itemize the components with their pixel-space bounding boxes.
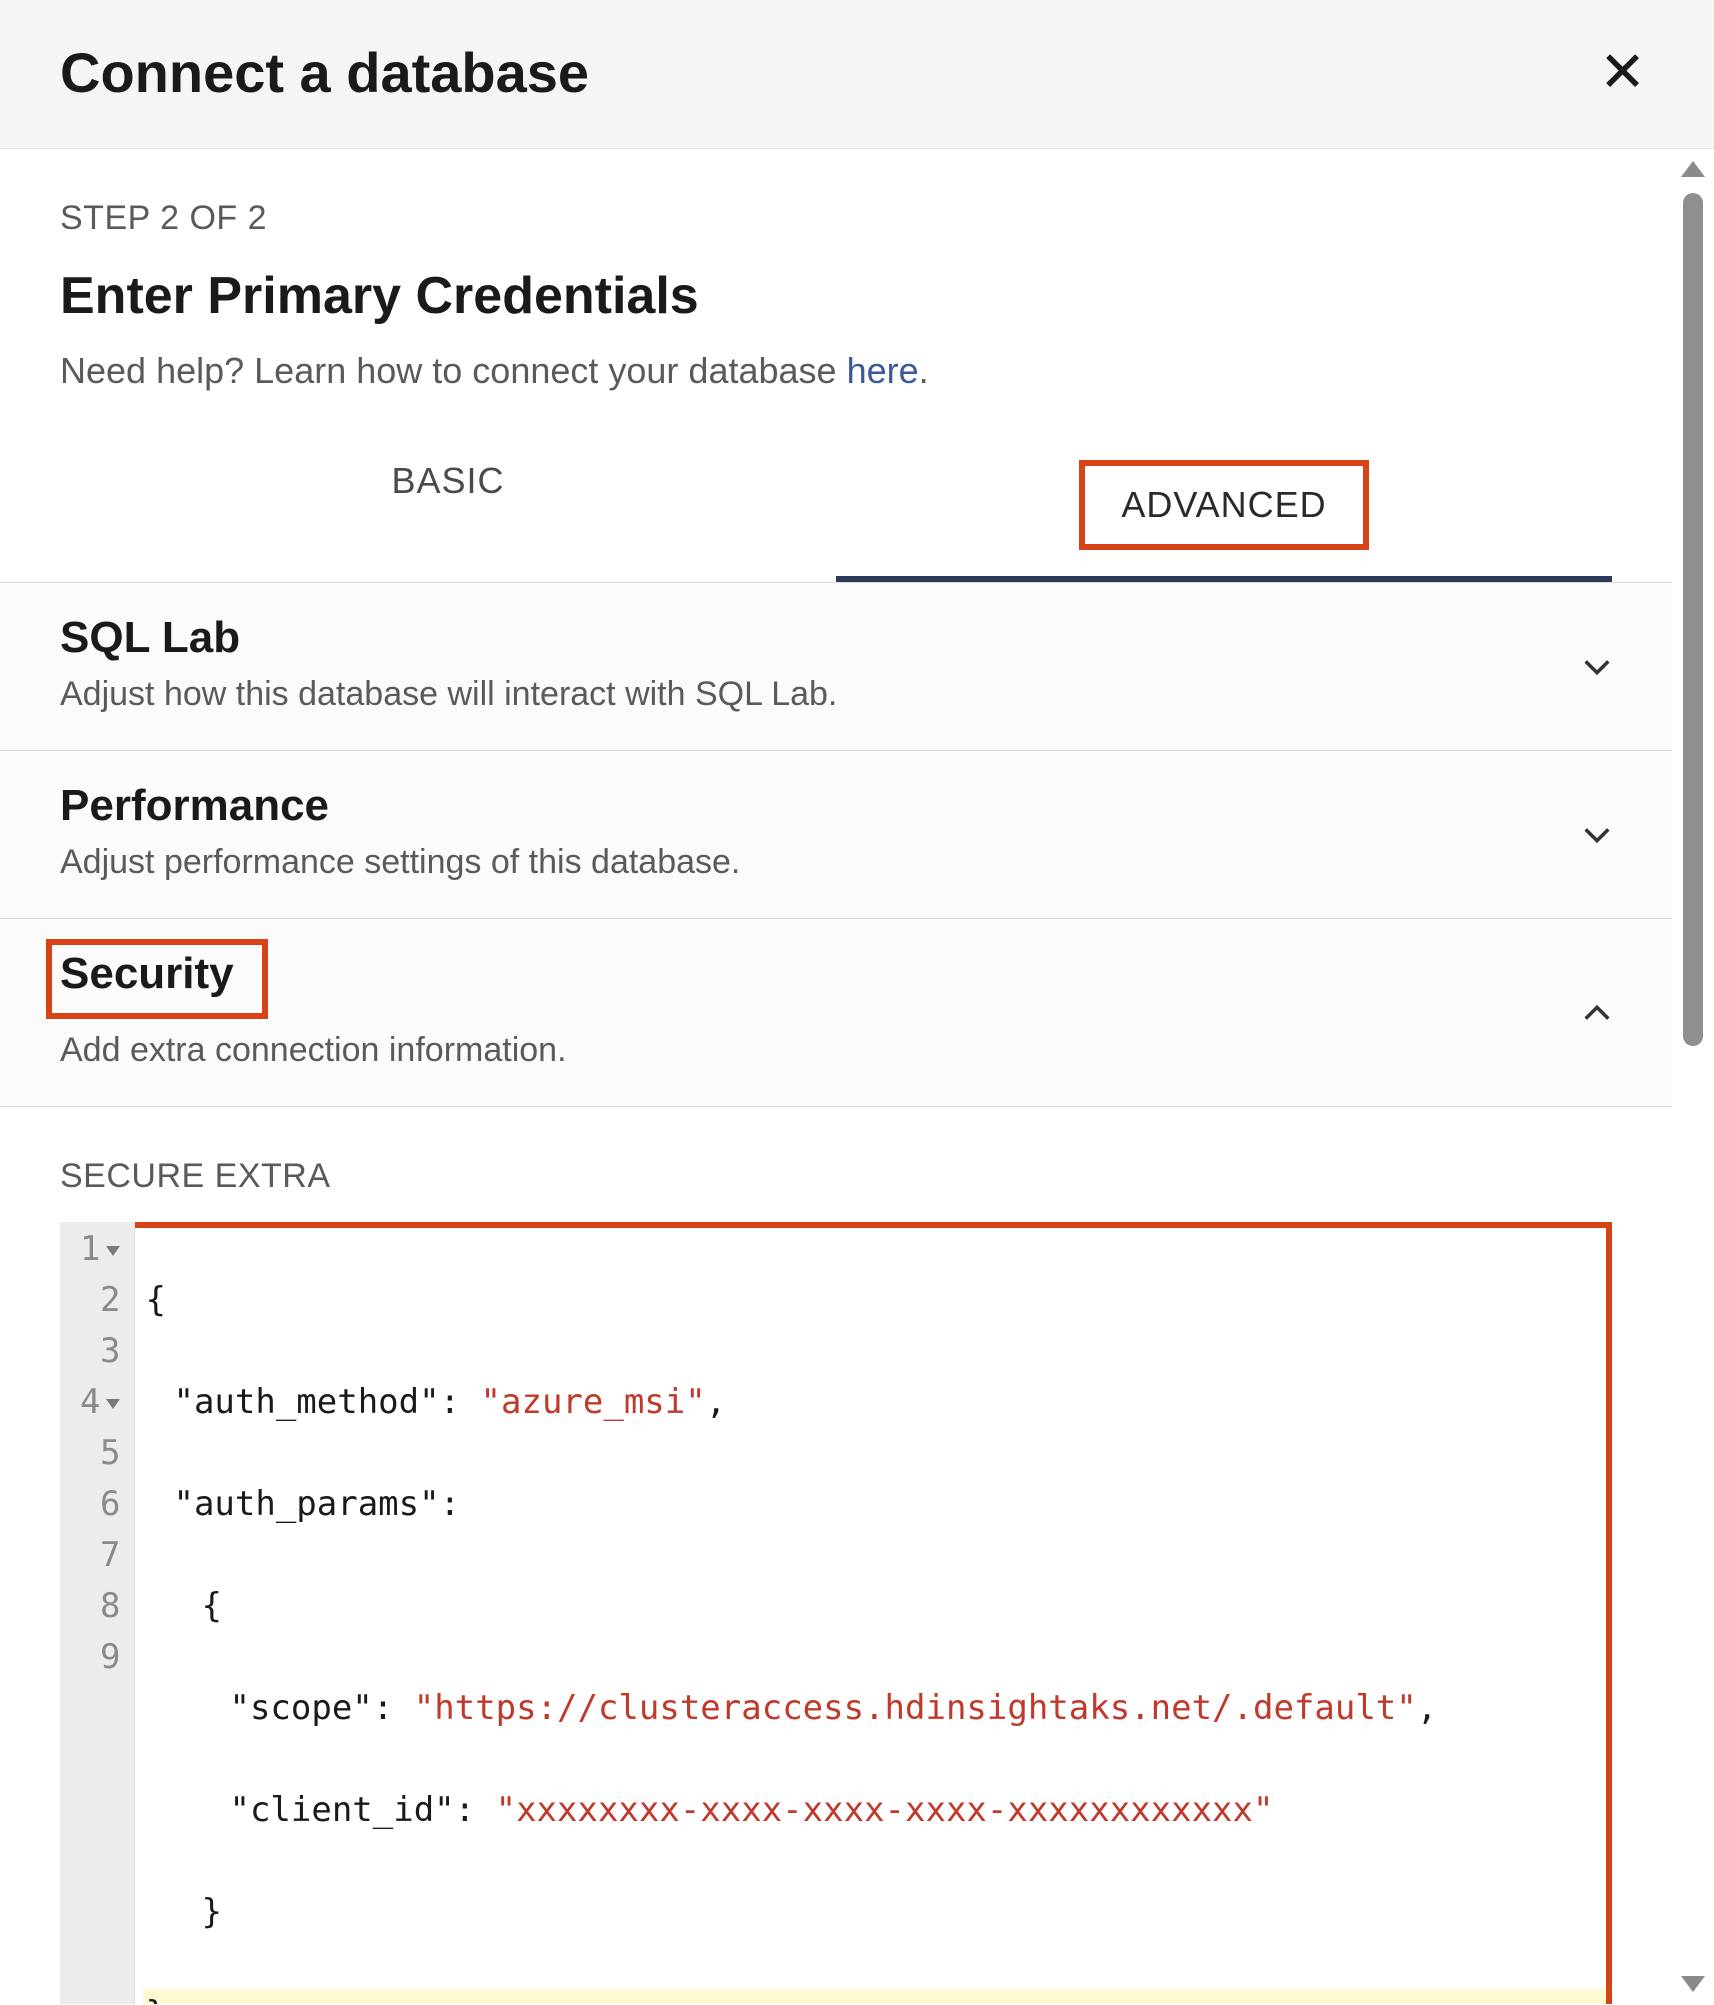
modal-title: Connect a database	[60, 40, 589, 105]
line-number: 6	[80, 1479, 120, 1530]
tab-basic[interactable]: BASIC	[60, 432, 836, 582]
accordion: SQL Lab Adjust how this database will in…	[0, 582, 1672, 1107]
tab-advanced[interactable]: ADVANCED	[836, 432, 1612, 582]
section-performance-desc: Adjust performance settings of this data…	[60, 843, 1612, 882]
scroll-up-icon[interactable]	[1681, 161, 1705, 177]
step-title: Enter Primary Credentials	[60, 266, 1612, 326]
line-number: 3	[80, 1326, 120, 1377]
section-sql-lab-title: SQL Lab	[60, 613, 240, 663]
help-text-prefix: Need help? Learn how to connect your dat…	[60, 350, 847, 391]
section-security[interactable]: Security Add extra connection informatio…	[0, 919, 1672, 1107]
code-token: {	[145, 1280, 165, 1320]
secure-extra-editor[interactable]: 1 2 3 4 5 6 7 8 9 { "auth_method": "azur…	[60, 1222, 1612, 2004]
secure-extra-label: SECURE EXTRA	[60, 1157, 1612, 1196]
code-token: }	[145, 1994, 165, 2004]
modal-body: STEP 2 OF 2 Enter Primary Credentials Ne…	[0, 149, 1714, 2004]
scroll-thumb[interactable]	[1683, 193, 1703, 1046]
help-link[interactable]: here	[847, 350, 919, 391]
section-security-desc: Add extra connection information.	[60, 1031, 1612, 1070]
scroll-down-icon[interactable]	[1681, 1976, 1705, 1992]
code-token: "xxxxxxxx-xxxx-xxxx-xxxx-xxxxxxxxxxxx"	[496, 1790, 1274, 1830]
tab-basic-label: BASIC	[391, 460, 504, 501]
line-number: 9	[80, 1632, 120, 1683]
section-performance-title: Performance	[60, 781, 329, 831]
editor-code[interactable]: { "auth_method": "azure_msi", "auth_para…	[135, 1222, 1606, 2004]
line-number: 8	[80, 1581, 120, 1632]
code-token: "https://clusteraccess.hdinsightaks.net/…	[414, 1688, 1417, 1728]
section-performance[interactable]: Performance Adjust performance settings …	[0, 751, 1672, 919]
line-number: 1	[80, 1224, 120, 1275]
code-token: "azure_msi"	[481, 1382, 706, 1422]
code-token: {	[201, 1586, 221, 1626]
scrollbar[interactable]	[1672, 149, 1714, 2004]
line-number: 2	[80, 1275, 120, 1326]
security-panel: SECURE EXTRA 1 2 3 4 5 6 7 8 9 { "auth_m…	[0, 1107, 1672, 2004]
line-number: 5	[80, 1428, 120, 1479]
editor-gutter: 1 2 3 4 5 6 7 8 9	[60, 1222, 135, 2004]
help-text: Need help? Learn how to connect your dat…	[60, 350, 1612, 392]
step-indicator: STEP 2 OF 2	[60, 199, 1612, 238]
connect-database-modal: Connect a database ✕ STEP 2 OF 2 Enter P…	[0, 0, 1714, 2005]
code-token: "client_id"	[229, 1790, 454, 1830]
chevron-down-icon	[1580, 650, 1614, 684]
section-security-title: Security	[46, 939, 268, 1019]
code-token: "auth_params"	[173, 1484, 439, 1524]
line-number: 7	[80, 1530, 120, 1581]
code-token: "auth_method"	[173, 1382, 439, 1422]
code-token: }	[201, 1892, 221, 1932]
chevron-down-icon	[1580, 818, 1614, 852]
close-icon[interactable]: ✕	[1591, 36, 1654, 108]
chevron-up-icon	[1580, 996, 1614, 1030]
section-sql-lab-desc: Adjust how this database will interact w…	[60, 675, 1612, 714]
line-number: 4	[80, 1377, 120, 1428]
help-text-suffix: .	[919, 350, 929, 391]
tabs: BASIC ADVANCED	[60, 432, 1612, 582]
tab-advanced-label: ADVANCED	[1079, 460, 1368, 550]
section-sql-lab[interactable]: SQL Lab Adjust how this database will in…	[0, 582, 1672, 751]
code-token: "scope"	[229, 1688, 372, 1728]
modal-header: Connect a database ✕	[0, 0, 1714, 149]
